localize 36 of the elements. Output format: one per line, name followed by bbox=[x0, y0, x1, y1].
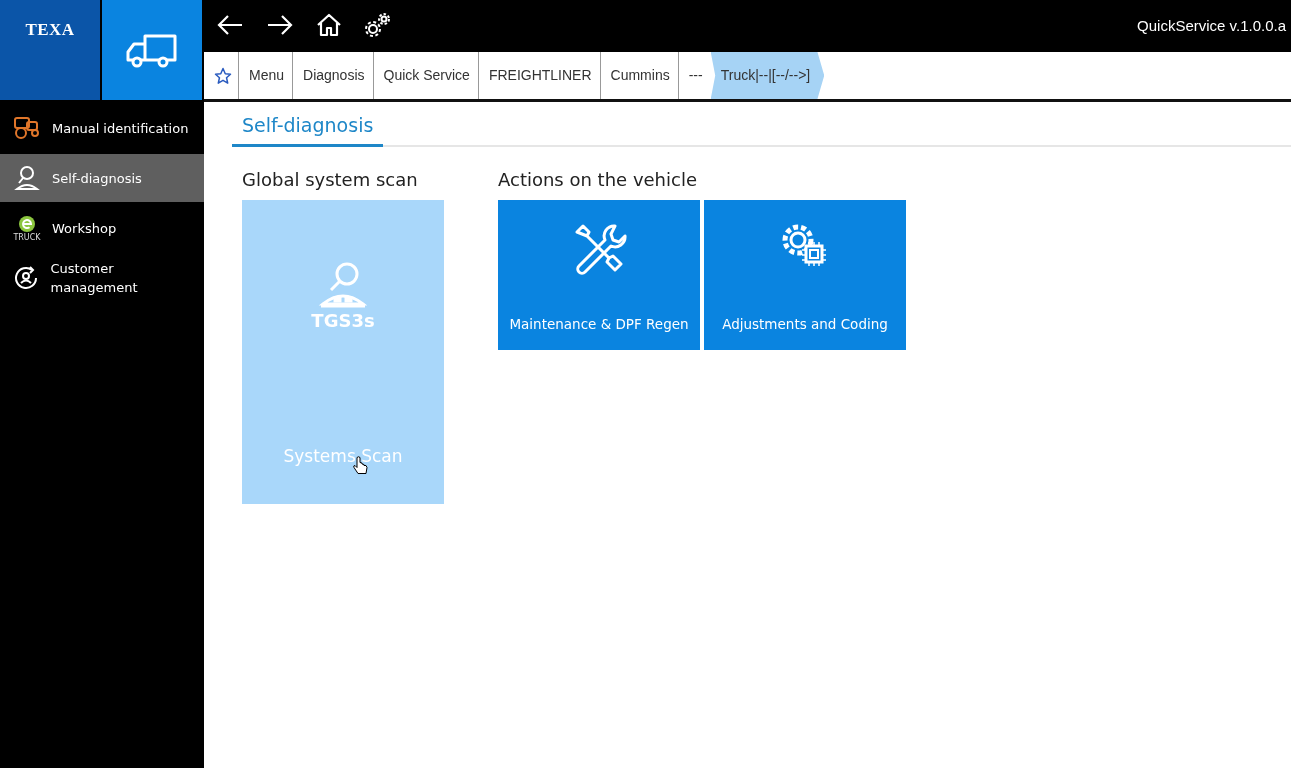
breadcrumb-item[interactable]: --- bbox=[677, 52, 711, 99]
sidebar-item-label: Manual identification bbox=[52, 119, 189, 138]
sidebar-item[interactable]: Self-diagnosis bbox=[0, 154, 204, 202]
action-tile[interactable]: Maintenance & DPF Regen bbox=[498, 200, 700, 350]
breadcrumb-item[interactable]: Menu bbox=[238, 52, 293, 99]
breadcrumb-item[interactable]: Diagnosis bbox=[292, 52, 373, 99]
settings-icon[interactable] bbox=[364, 12, 392, 38]
tile-label: Adjustments and Coding bbox=[722, 316, 888, 332]
product-name-label: TGS3s bbox=[311, 310, 375, 331]
sidebar-item[interactable]: Manual identification bbox=[0, 104, 204, 152]
breadcrumb-item[interactable]: Cummins bbox=[599, 52, 678, 99]
sidebar-item-label: Workshop bbox=[52, 219, 117, 238]
sidebar-item-label: Customer management bbox=[50, 260, 139, 297]
breadcrumb-item[interactable]: FREIGHTLINER bbox=[477, 52, 600, 99]
section-title: Global system scan bbox=[242, 169, 419, 190]
sidebar-item-label: Self-diagnosis bbox=[52, 169, 142, 188]
texa-logo: TEXA bbox=[0, 0, 100, 100]
vehicle-parts-icon bbox=[13, 115, 41, 141]
home-icon[interactable] bbox=[316, 13, 342, 37]
breadcrumb-item[interactable]: Truck|--|[--/-->] bbox=[710, 52, 825, 99]
back-arrow-icon[interactable] bbox=[216, 13, 244, 37]
sidebar-item[interactable]: TRUCK Workshop bbox=[0, 204, 204, 252]
sidebar-item[interactable]: Customer management bbox=[0, 254, 204, 302]
round-logo-icon bbox=[18, 214, 36, 233]
app-version-title: QuickService v.1.0.0.a bbox=[1137, 16, 1286, 34]
tab[interactable]: Self-diagnosis bbox=[232, 110, 384, 147]
vehicle-tile[interactable] bbox=[102, 0, 202, 100]
section-title: Actions on the vehicle bbox=[498, 169, 698, 190]
favorite-star-icon[interactable] bbox=[214, 66, 232, 85]
person-search-icon bbox=[14, 165, 40, 191]
icon-caption: TRUCK bbox=[13, 232, 41, 242]
forward-arrow-icon[interactable] bbox=[266, 13, 294, 37]
tile-label: Systems Scan bbox=[283, 446, 403, 466]
breadcrumb-item[interactable]: Quick Service bbox=[372, 52, 478, 99]
tile-label: Maintenance & DPF Regen bbox=[509, 316, 689, 332]
action-tile[interactable]: Adjustments and Coding bbox=[704, 200, 906, 350]
